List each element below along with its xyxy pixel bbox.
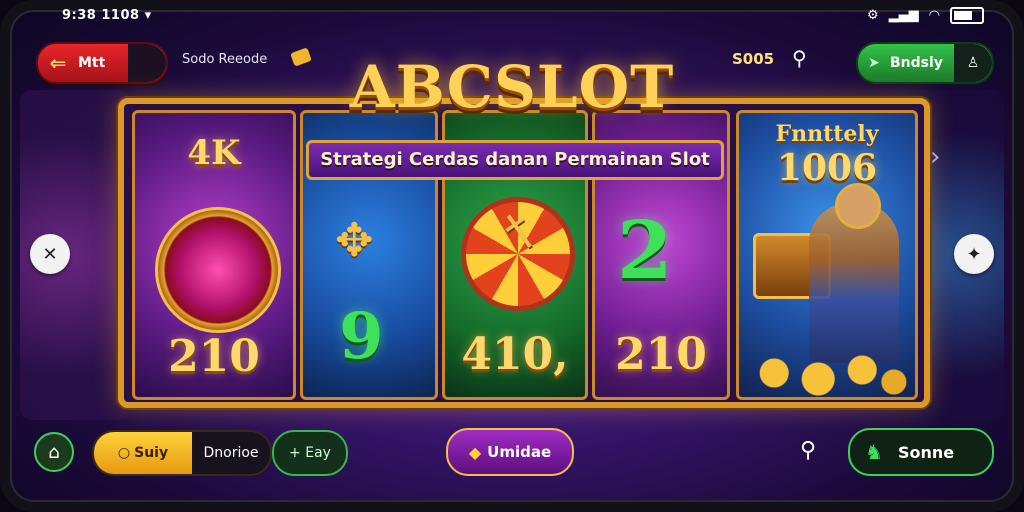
wifi-icon: ◠ xyxy=(928,8,940,23)
jackpot-value: 1006 xyxy=(776,147,878,189)
back-arrow-icon: ⇐ xyxy=(49,51,67,75)
mode-option-b[interactable]: Dnorioe xyxy=(192,432,270,474)
add-button[interactable]: + Eay xyxy=(272,430,348,476)
prev-button[interactable]: ✕ xyxy=(30,234,70,274)
refresh-icon: ○ xyxy=(117,445,131,461)
phone-screen: 9:38 1108 ▾ ⚙ ▂▄▆ ◠ ⇐ Mtt Sodo Reeode S0… xyxy=(0,0,1024,512)
battery-icon xyxy=(950,7,984,24)
share-icon: ♞ xyxy=(865,440,883,464)
crossbow-icon: ✥ xyxy=(335,213,374,267)
reel-4-value: 210 xyxy=(615,329,707,380)
back-button[interactable]: ⇐ Mtt xyxy=(36,42,168,84)
search-icon[interactable]: ⚲ xyxy=(792,46,807,70)
friends-button[interactable]: ➤ Bndsly ♙ xyxy=(856,42,994,84)
share-button[interactable]: ♞ Sonne xyxy=(848,428,994,476)
coin-pile xyxy=(739,337,915,397)
coin-icon xyxy=(290,47,312,67)
gear-icon: ⚙ xyxy=(867,8,879,23)
back-button-label: Mtt xyxy=(78,55,106,71)
reel-1-top: 4K xyxy=(187,133,241,173)
game-subtitle: Strategi Cerdas danan Permainan Slot xyxy=(306,140,724,180)
mode-switch[interactable]: ○ Suiy Dnorioe xyxy=(92,430,272,476)
center-action-button[interactable]: ◆ Umidae xyxy=(446,428,574,476)
chevron-right-icon[interactable]: › xyxy=(930,142,940,172)
arrow-icon: ➤ xyxy=(868,55,880,71)
reel-1-value: 210 xyxy=(168,331,260,382)
next-button[interactable]: ✦ xyxy=(954,234,994,274)
reel-2-symbol: 9 xyxy=(339,299,384,374)
status-icons: ⚙ ▂▄▆ ◠ xyxy=(867,7,984,24)
game-logo: ABCSLOT xyxy=(349,53,675,121)
user-icon[interactable]: ♙ xyxy=(954,44,992,82)
home-icon[interactable]: ⌂ xyxy=(34,432,74,472)
warrior-head xyxy=(835,183,881,229)
score-display: S005 xyxy=(732,50,775,68)
status-time: 9:38 1108 ▾ xyxy=(62,8,152,23)
reel-4-symbol: 2 xyxy=(617,203,673,297)
signal-icon: ▂▄▆ xyxy=(888,8,919,23)
friends-button-label: Bndsly xyxy=(890,55,943,71)
star-icon: ◆ xyxy=(468,442,482,462)
reel-5: Fnnttely 1006 xyxy=(736,110,918,400)
reel-3-value: 410, xyxy=(461,329,569,380)
jackpot-label: Fnnttely xyxy=(775,121,879,147)
mode-option-a[interactable]: ○ Suiy xyxy=(94,432,192,474)
top-center-label: Sodo Reeode xyxy=(182,52,268,67)
pink-wheel-icon xyxy=(155,207,281,333)
reel-1: 4K 210 xyxy=(132,110,296,400)
search-icon[interactable]: ⚲ xyxy=(800,438,816,463)
